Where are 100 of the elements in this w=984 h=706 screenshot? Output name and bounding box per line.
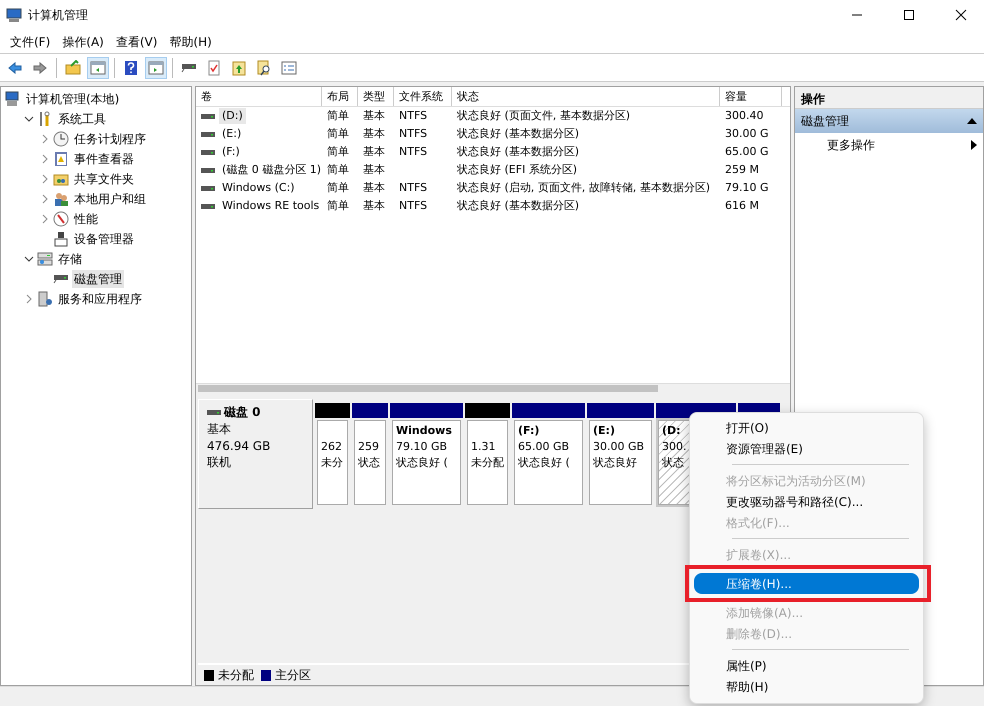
server-icon [37, 291, 53, 307]
table-cell-text: 状态良好 (基本数据分区) [457, 126, 580, 142]
table-cell-text: 状态良好 (页面文件, 基本数据分区) [457, 108, 630, 124]
menu-item[interactable]: 查看(V) [110, 32, 164, 50]
tree-item[interactable]: 事件查看器 [72, 150, 136, 168]
menu-item[interactable]: 资源管理器(E) [694, 438, 919, 459]
table-cell-text: 基本 [363, 126, 385, 142]
column-header[interactable]: 布局 [322, 87, 358, 106]
menu-item[interactable]: 帮助(H) [694, 676, 919, 697]
partition-status: 状态 [358, 456, 380, 469]
menu-item[interactable]: 帮助(H) [163, 32, 218, 50]
menu-item[interactable]: 更改驱动器号和路径(C)... [694, 491, 919, 512]
partition-size: 30.00 GB [593, 440, 644, 453]
tree-item[interactable]: 计算机管理(本地) [24, 90, 122, 108]
actions-section[interactable]: 磁盘管理 [795, 109, 983, 133]
drive-icon [201, 150, 215, 154]
partition-block[interactable]: 259 状态 [354, 420, 386, 505]
tree-item[interactable]: 系统工具 [56, 110, 108, 128]
table-cell-text: 79.10 G [725, 180, 769, 196]
tree-item[interactable]: 设备管理器 [72, 230, 136, 248]
table-cell-text: 65.00 G [725, 144, 769, 160]
section-title: 磁盘管理 [801, 113, 849, 130]
tree-item[interactable]: 共享文件夹 [72, 170, 136, 188]
table-cell-text: NTFS [399, 180, 428, 196]
partition-name: (E:) [593, 424, 615, 437]
table-cell-text: NTFS [399, 108, 428, 124]
drive-icon [181, 62, 197, 72]
back-arrow-icon [7, 60, 23, 76]
partition-block[interactable]: 262 未分 [317, 420, 348, 505]
tree-item[interactable]: 服务和应用程序 [56, 290, 144, 308]
action-link[interactable]: 更多操作 [827, 136, 875, 154]
panel-icon [148, 60, 164, 76]
partition-status: 状态良好 ( [396, 456, 448, 469]
event-log-icon [53, 151, 69, 167]
tree-item[interactable]: 磁盘管理 [72, 270, 124, 288]
tree-item[interactable]: 任务计划程序 [72, 130, 148, 148]
partition-block[interactable]: Windows 79.10 GB 状态良好 ( [392, 420, 461, 505]
clock-icon [53, 131, 69, 147]
partition-size: 65.00 GB [518, 440, 570, 453]
disk-status: 联机 [207, 454, 232, 472]
partition-block[interactable]: 1.31 未分配 [467, 420, 508, 505]
search-icon [256, 60, 272, 76]
submenu-arrow-icon [971, 140, 977, 150]
disk-name: 磁盘 0 [224, 404, 261, 421]
forward-arrow-icon [32, 60, 48, 76]
scrollbar[interactable] [198, 385, 658, 392]
partition-status: 状态良好 ( [518, 456, 570, 469]
column-header[interactable]: 类型 [358, 87, 394, 106]
table-cell-text: 基本 [363, 144, 385, 160]
table-cell-text: 30.00 G [725, 126, 769, 142]
properties-icon [281, 60, 297, 76]
table-cell-text: 简单 [327, 144, 349, 160]
table-cell[interactable]: Windows RE tools [219, 198, 322, 214]
partition-size: 259 [358, 440, 379, 453]
menu-item[interactable]: 文件(F) [4, 32, 56, 50]
table-cell-text: 状态良好 (EFI 系统分区) [457, 162, 578, 178]
partition-size: 1.31 [471, 440, 496, 453]
column-header[interactable]: 容量 [720, 87, 782, 106]
disk-type: 基本 [207, 420, 232, 438]
actions-header: 操作 [795, 87, 983, 109]
drive-icon [201, 186, 215, 190]
tree-item[interactable]: 本地用户和组 [72, 190, 148, 208]
legend-label: 未分配 [218, 667, 254, 684]
partition-block[interactable]: (F:) 65.00 GB 状态良好 ( [514, 420, 583, 505]
table-cell-text: 状态良好 (启动, 页面文件, 故障转储, 基本数据分区) [457, 180, 710, 196]
column-header[interactable]: 文件系统 [394, 87, 452, 106]
table-cell[interactable]: (F:) [219, 144, 243, 160]
help-icon [123, 60, 139, 76]
legend-label: 主分区 [275, 667, 311, 684]
menu-item[interactable]: 打开(O) [694, 417, 919, 438]
checklist-icon [206, 60, 222, 76]
table-cell-text: 基本 [363, 198, 385, 214]
menu-item[interactable]: 压缩卷(H)... [694, 573, 919, 594]
collapse-arrow-icon[interactable] [967, 117, 977, 125]
folder-icon [231, 60, 247, 76]
tree-item[interactable]: 性能 [72, 210, 100, 228]
drive-icon [201, 168, 215, 172]
toolbar-button[interactable] [145, 56, 167, 78]
menu-item[interactable]: 属性(P) [694, 655, 919, 676]
folder-icon [65, 60, 81, 76]
table-cell-text: 259 M [725, 162, 759, 178]
table-cell[interactable]: Windows (C:) [219, 180, 298, 196]
menu-item[interactable]: 操作(A) [56, 32, 110, 50]
partition-size: 262 [321, 440, 342, 453]
device-icon [53, 231, 69, 247]
column-header[interactable]: 卷 [196, 87, 322, 106]
tree-item[interactable]: 存储 [56, 250, 84, 268]
drive-icon [53, 274, 69, 284]
table-cell-text: 基本 [363, 162, 385, 178]
partition-name: (D: [662, 424, 681, 437]
toolbar-button[interactable] [87, 56, 109, 78]
table-cell-text: 简单 [327, 126, 349, 142]
column-header[interactable]: 状态 [452, 87, 720, 106]
drive-icon [207, 410, 221, 415]
panel-icon [90, 60, 106, 76]
partition-block[interactable]: (E:) 30.00 GB 状态良好 [589, 420, 652, 505]
table-cell[interactable]: (D:) [219, 108, 246, 124]
drive-icon [201, 204, 215, 208]
table-cell[interactable]: (E:) [219, 126, 244, 142]
table-cell[interactable]: (磁盘 0 磁盘分区 1) [219, 162, 322, 178]
